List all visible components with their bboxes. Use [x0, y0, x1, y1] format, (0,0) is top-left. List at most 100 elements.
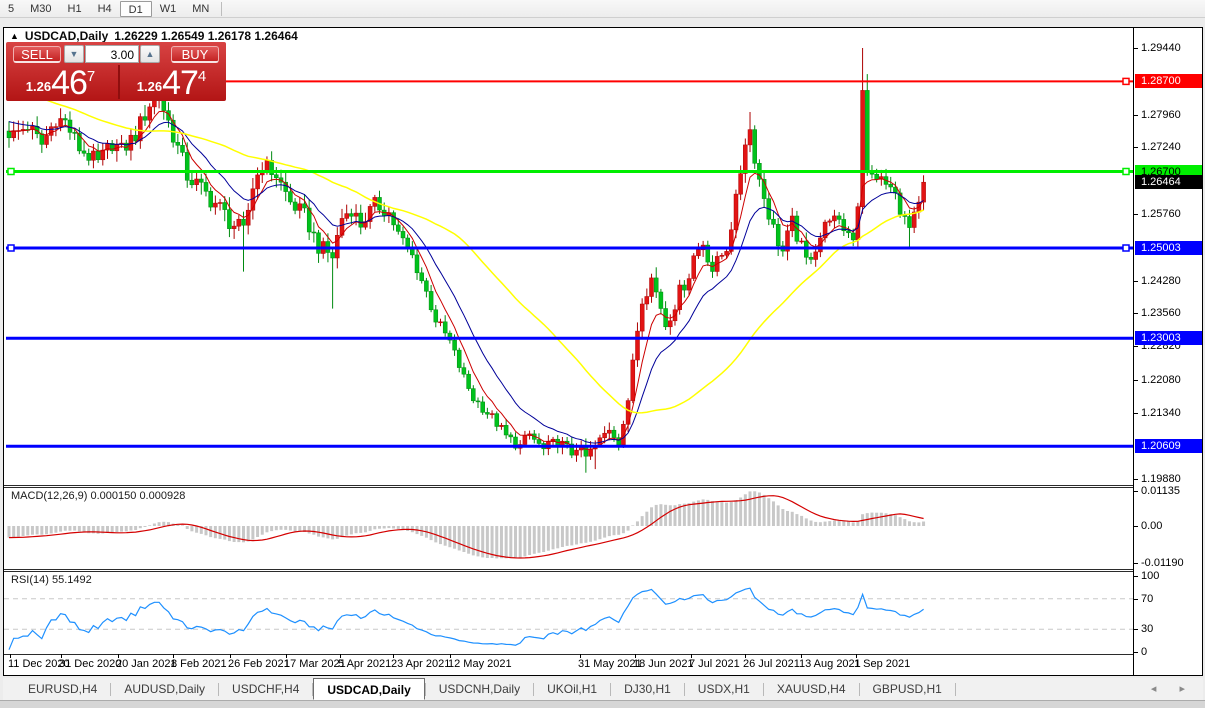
timeframe-button-MN[interactable]: MN	[184, 1, 217, 17]
rsi-value: 55.1492	[51, 574, 92, 586]
pane-separator[interactable]	[4, 571, 1202, 572]
chart-tab-USDCNH-Daily[interactable]: USDCNH,Daily	[426, 678, 533, 700]
axis-tick	[1134, 380, 1138, 381]
chart-tab-AUDUSD-Daily[interactable]: AUDUSD,Daily	[111, 678, 218, 700]
chart-tab-bar: EURUSD,H4 AUDUSD,Daily USDCHF,H4 USDCAD,Dai…	[3, 678, 1203, 700]
macd-main-value: 0.000150	[90, 490, 137, 502]
macd-signal-value: 0.000928	[139, 490, 186, 502]
chart-window: ▲ USDCAD,Daily 1.26229 1.26549 1.26178 1…	[3, 27, 1203, 676]
buy-price-display[interactable]: 1.26 47 4	[118, 64, 223, 102]
chart-tab-USDCHF-H4[interactable]: USDCHF,H4	[219, 678, 312, 700]
price-axis: 1.29440 1.27960 1.27240 1.25760 1.24280 1.235…	[1133, 28, 1202, 675]
pane-separator[interactable]	[4, 569, 1202, 570]
sell-button[interactable]: SELL	[13, 46, 61, 63]
date-axis-label: 31 Dec 2020	[59, 658, 122, 670]
chart-tab-UKOil-H1[interactable]: UKOil,H1	[534, 678, 610, 700]
date-axis-label: 26 Feb 2021	[228, 658, 290, 670]
toolbar-separator	[221, 1, 223, 16]
date-axis-label: 13 Aug 2021	[799, 658, 861, 670]
axis-tick	[1134, 563, 1138, 564]
axis-tick	[1134, 652, 1138, 653]
date-axis-label: 12 May 2021	[448, 658, 512, 670]
pane-separator[interactable]	[4, 487, 1202, 488]
date-axis-label: 17 Mar 2021	[284, 658, 346, 670]
time-axis-line	[4, 654, 1202, 655]
price-axis-label: 1.21340	[1141, 407, 1181, 419]
tab-separator	[954, 683, 956, 696]
timeframe-button-M30[interactable]: M30	[22, 1, 59, 17]
pane-separator[interactable]	[4, 485, 1202, 486]
collapse-trade-panel-icon[interactable]: ▲	[10, 31, 19, 41]
chart-tab-GBPUSD-H1[interactable]: GBPUSD,H1	[860, 678, 955, 700]
price-axis-label: 100	[1141, 570, 1160, 582]
macd-name: MACD(12,26,9)	[11, 490, 88, 502]
axis-tick	[1134, 147, 1138, 148]
date-axis-label: 8 Feb 2021	[171, 658, 227, 670]
axis-tick	[1134, 313, 1138, 314]
price-line-badge-1.28700: 1.28700	[1135, 74, 1202, 88]
timeframe-button-H1[interactable]: H1	[60, 1, 90, 17]
chart-tab-USDX-H1[interactable]: USDX,H1	[685, 678, 763, 700]
axis-tick	[1134, 48, 1138, 49]
date-axis-label: 20 Jan 2021	[116, 658, 177, 670]
axis-tick	[1134, 491, 1138, 492]
sell-price-pip: 7	[86, 68, 96, 85]
price-axis-label: 1.29440	[1141, 42, 1181, 54]
axis-tick	[1134, 479, 1138, 480]
price-axis-label: -0.01190	[1141, 557, 1184, 569]
price-axis-label: 0	[1141, 646, 1148, 658]
volume-decrease-button[interactable]: ▼	[64, 45, 84, 63]
price-line-badge-1.20609: 1.20609	[1135, 439, 1202, 453]
sell-price-big: 46	[51, 64, 88, 102]
axis-tick	[1134, 599, 1138, 600]
candles-group	[6, 48, 926, 473]
ma-mid-line[interactable]	[8, 121, 924, 444]
price-axis-label: 1.27240	[1141, 141, 1181, 153]
hline-1.26700[interactable]	[6, 167, 1133, 176]
buy-button[interactable]: BUY	[171, 46, 219, 63]
axis-tick	[1134, 115, 1138, 116]
timeframe-button-D1[interactable]: D1	[119, 0, 152, 17]
ma-fast-line[interactable]	[8, 110, 925, 450]
rsi-name: RSI(14)	[11, 574, 49, 586]
chart-title-row: ▲ USDCAD,Daily 1.26229 1.26549 1.26178 1…	[10, 29, 298, 43]
axis-tick	[1134, 526, 1138, 527]
tab-scroll-arrows[interactable]: ◂ ▸	[1151, 682, 1195, 695]
timeframe-button-5[interactable]: 5	[0, 1, 22, 17]
axis-tick	[1134, 346, 1138, 347]
price-axis-label: 1.23560	[1141, 307, 1181, 319]
chart-tab-USDCAD-Daily[interactable]: USDCAD,Daily	[313, 678, 425, 700]
chart-tab-EURUSD-H4[interactable]: EURUSD,H4	[15, 678, 110, 700]
sell-price-prefix: 1.26	[25, 79, 52, 94]
buy-price-prefix: 1.26	[136, 79, 163, 94]
buy-price-pip: 4	[197, 68, 207, 85]
hline-1.25003[interactable]	[6, 244, 1133, 252]
axis-tick	[1134, 413, 1138, 414]
timeframe-button-W1[interactable]: W1	[152, 1, 185, 17]
axis-tick	[1134, 214, 1138, 215]
rsi-line	[8, 587, 924, 650]
axis-tick	[1134, 576, 1138, 577]
price-axis-label: 1.22080	[1141, 374, 1181, 386]
sell-price-display[interactable]: 1.26 46 7	[8, 64, 113, 102]
buy-price-big: 47	[162, 64, 199, 102]
bottom-status-strip	[0, 700, 1205, 708]
rsi-pane-chart	[4, 587, 1133, 650]
price-axis-label: 1.19880	[1141, 473, 1181, 485]
timeframe-button-H4[interactable]: H4	[90, 1, 120, 17]
macd-label: MACD(12,26,9) 0.000150 0.000928	[11, 490, 185, 502]
volume-increase-button[interactable]: ▲	[140, 45, 160, 63]
price-axis-label: 30	[1141, 623, 1154, 635]
volume-input[interactable]: 3.00	[85, 45, 139, 63]
trade-panel: SELL ▼ 3.00 ▲ BUY 1.26 46 7 1.26 47 4	[6, 42, 226, 101]
date-axis-label: 1 Sep 2021	[854, 658, 911, 670]
chart-tab-DJ30-H1[interactable]: DJ30,H1	[611, 678, 684, 700]
price-axis-label: 0.00	[1141, 520, 1163, 532]
chart-tab-XAUUSD-H4[interactable]: XAUUSD,H4	[764, 678, 859, 700]
price-line-badge-1.23003: 1.23003	[1135, 331, 1202, 345]
date-axis-label: 23 Apr 2021	[391, 658, 451, 670]
current-price-badge: 1.26464	[1135, 175, 1202, 189]
axis-tick	[1134, 629, 1138, 630]
axis-tick	[1134, 281, 1138, 282]
price-axis-label: 1.27960	[1141, 109, 1181, 121]
